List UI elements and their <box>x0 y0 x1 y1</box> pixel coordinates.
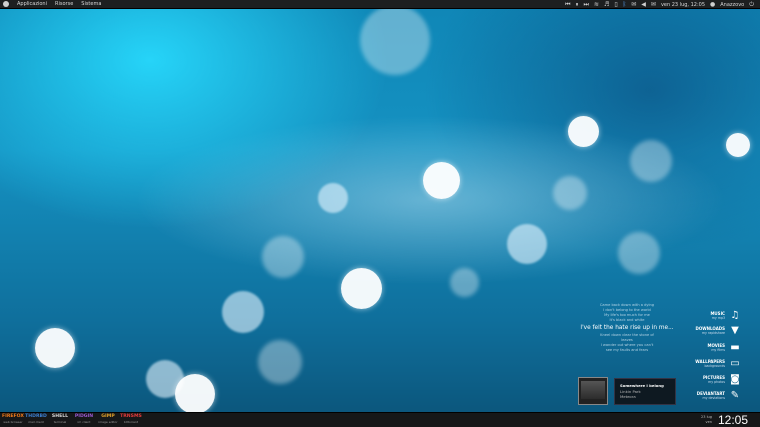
launcher-label: SHELL <box>51 414 69 419</box>
bokeh-circle <box>318 183 348 213</box>
distro-logo-icon[interactable] <box>3 1 9 7</box>
bokeh-circle <box>618 232 660 274</box>
launcher-thunderbird[interactable]: THDRBD mail client <box>25 414 47 426</box>
launcher-transmission[interactable]: TRNSMS bittorrent <box>120 414 142 426</box>
wifi-icon[interactable]: ≋ <box>594 0 599 9</box>
bokeh-circle <box>258 340 302 384</box>
bokeh-circle <box>175 374 215 414</box>
battery-icon[interactable]: ▯ <box>614 0 617 9</box>
music-icon: ♫ <box>730 310 740 321</box>
volume-icon[interactable]: ◀ <box>641 0 646 9</box>
launcher-sub: image editor <box>98 420 118 424</box>
bokeh-circle <box>360 5 430 75</box>
headphones-icon[interactable]: ♬ <box>604 0 609 9</box>
launcher-gimp[interactable]: GIMP image editor <box>97 414 119 426</box>
system-tray: ⏮ ⏸ ⏭ ≋ ♬ ▯ ᛒ ✉ ◀ ✉ ven 23 lug, 12:05 ● … <box>565 0 754 9</box>
bottom-date: 23 lug ven <box>701 415 712 425</box>
top-panel: Applicazioni Risorse Sistema ⏮ ⏸ ⏭ ≋ ♬ ▯… <box>0 0 760 9</box>
bokeh-circle <box>222 291 264 333</box>
place-subtitle: my photos <box>708 380 725 384</box>
track-album: Meteora <box>620 394 636 399</box>
camera-icon: ◙ <box>730 374 740 385</box>
clapper-icon: ▬ <box>730 342 740 353</box>
bokeh-circle <box>553 176 587 210</box>
user-name[interactable]: Anazzovo <box>720 2 744 8</box>
album-art[interactable] <box>578 377 608 405</box>
date-line: ven <box>705 420 712 424</box>
pause-icon[interactable]: ⏸ <box>575 0 578 9</box>
launcher-label: PIDGIN <box>74 414 94 419</box>
bokeh-circle <box>630 140 672 182</box>
bokeh-circle <box>568 116 599 147</box>
user-icon: ● <box>710 1 716 8</box>
place-subtitle: my films <box>711 348 725 352</box>
place-subtitle: my mp3 <box>711 316 725 320</box>
bluetooth-icon[interactable]: ᛒ <box>623 0 627 9</box>
top-clock[interactable]: ven 23 lug, 12:05 <box>661 2 705 8</box>
launcher-sub: mail client <box>28 420 44 424</box>
download-icon: ▼ <box>731 325 739 336</box>
bokeh-circle <box>450 268 479 297</box>
wallpaper-icon: ▭ <box>730 358 740 369</box>
place-subtitle: my deviations <box>702 396 725 400</box>
launcher-label: FIREFOX <box>2 414 24 419</box>
launcher-sub: terminal <box>53 420 67 424</box>
now-playing-panel[interactable]: Somewhere I belong Linkin Park Meteora <box>614 378 676 405</box>
bokeh-circle <box>341 268 382 309</box>
pen-icon: ✎ <box>730 390 740 401</box>
bokeh-circle <box>35 328 75 368</box>
launcher-sub: im client <box>77 420 91 424</box>
chat-icon[interactable]: ✉ <box>631 0 636 9</box>
menu-places[interactable]: Risorse <box>55 0 73 9</box>
track-title: Somewhere I belong <box>620 383 664 388</box>
launcher-sub: web browser <box>3 420 23 424</box>
place-subtitle: backgrounds <box>704 364 725 368</box>
launcher-label: TRNSMS <box>120 414 142 419</box>
bottom-panel: FIREFOX web browser THDRBD mail client S… <box>0 412 760 427</box>
bokeh-circle <box>726 133 750 157</box>
launcher-sub: bittorrent <box>123 420 139 424</box>
mail-icon[interactable]: ✉ <box>651 0 656 9</box>
launcher-pidgin[interactable]: PIDGIN im client <box>73 414 95 426</box>
launcher-firefox[interactable]: FIREFOX web browser <box>2 414 24 426</box>
place-downloads[interactable]: DOWNLOADS my rapidshare ▼ <box>657 324 747 342</box>
launcher-label: GIMP <box>101 414 115 419</box>
bokeh-circle <box>262 236 304 278</box>
menu-system[interactable]: Sistema <box>81 0 101 9</box>
place-subtitle: my rapidshare <box>701 331 725 335</box>
next-icon[interactable]: ⏭ <box>584 0 589 9</box>
bottom-clock[interactable]: 12:05 <box>718 413 748 427</box>
menu-applications[interactable]: Applicazioni <box>17 0 47 9</box>
launcher-label: THDRBD <box>25 414 47 419</box>
bokeh-circle <box>507 224 547 264</box>
launcher-shell[interactable]: SHELL terminal <box>49 414 71 426</box>
power-icon[interactable]: ⏻ <box>749 0 754 9</box>
prev-icon[interactable]: ⏮ <box>565 0 570 9</box>
bokeh-circle <box>423 162 460 199</box>
